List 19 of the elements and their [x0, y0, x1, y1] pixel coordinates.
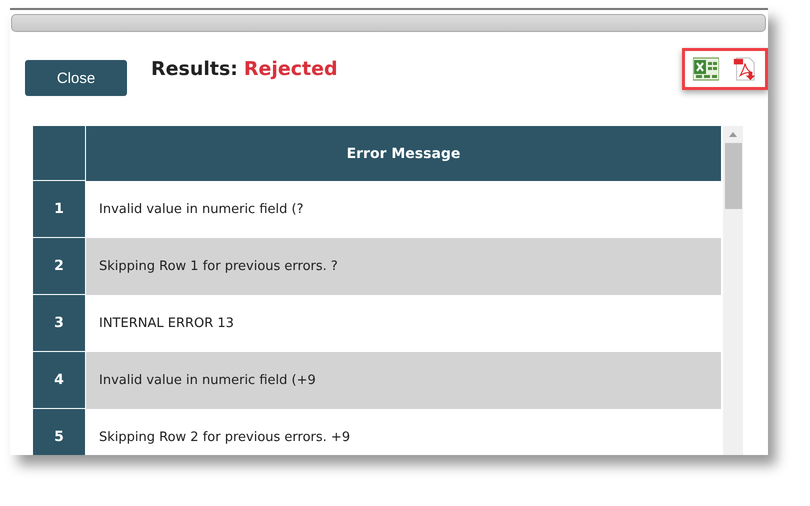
spreadsheet-icon[interactable]: [693, 57, 719, 81]
row-number: 3: [33, 295, 86, 352]
row-number: 4: [33, 352, 86, 409]
row-number: 2: [33, 238, 86, 295]
scrollbar[interactable]: [723, 126, 743, 455]
results-label: Results:: [151, 58, 238, 80]
row-number: 1: [33, 181, 86, 238]
pdf-download-icon[interactable]: [731, 57, 757, 81]
table-cell-text: Skipping Row 1 for previous errors. ?: [98, 258, 339, 276]
close-button[interactable]: Close: [25, 60, 127, 96]
results-status: Rejected: [244, 58, 338, 80]
scrollbar-thumb[interactable]: [724, 143, 742, 209]
row-number: 5: [33, 409, 86, 455]
table-cell-text: Invalid value in numeric field (+9: [98, 372, 317, 390]
column-header: Error Message: [346, 144, 462, 164]
table-cell-text: Skipping Row 2 for previous errors. +9: [98, 429, 352, 447]
table-cell-text: Invalid value in numeric field (?: [98, 201, 304, 219]
table-cell-text: INTERNAL ERROR 13: [98, 315, 235, 333]
scroll-up-icon[interactable]: [729, 132, 737, 137]
